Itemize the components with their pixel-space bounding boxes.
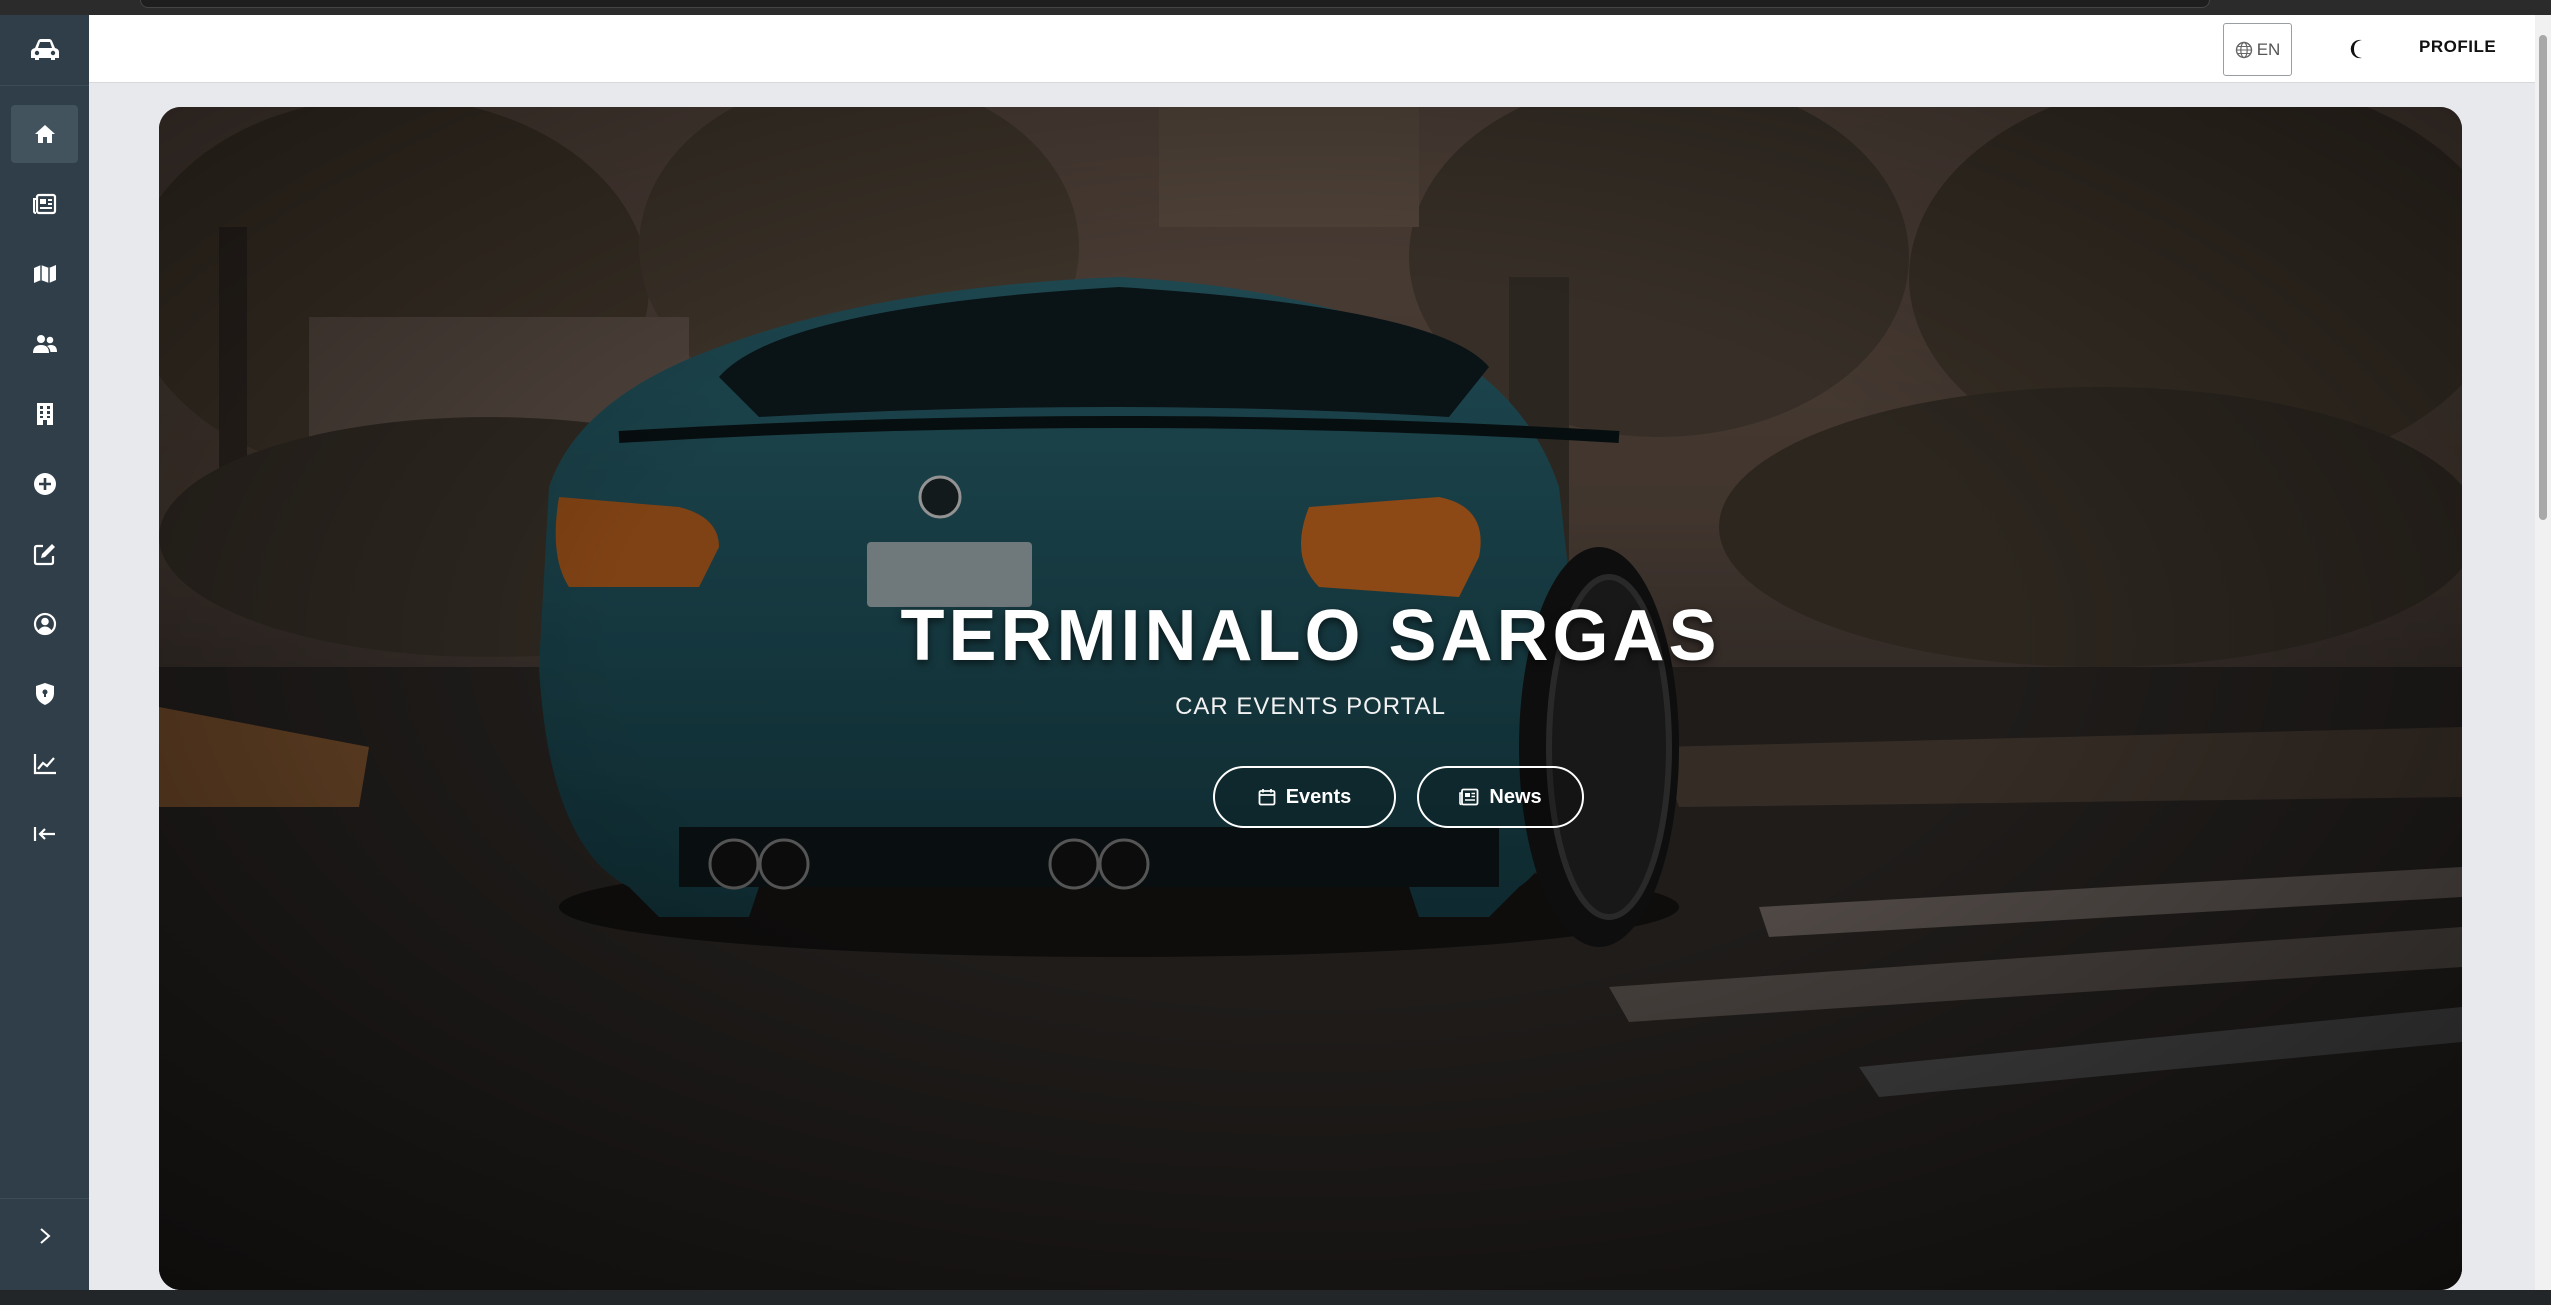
hero-banner: TERMINALO SARGAS CAR EVENTS PORTAL Event… (159, 107, 2462, 1290)
newspaper-icon (1459, 788, 1479, 806)
globe-icon (2235, 41, 2252, 58)
sidebar-item-statistics[interactable] (11, 735, 78, 793)
sidebar (0, 15, 89, 1290)
sidebar-logo[interactable] (0, 15, 89, 85)
top-bar: EN PROFILE (89, 15, 2535, 83)
theme-toggle-button[interactable] (2339, 31, 2379, 67)
car-icon (30, 39, 59, 60)
sidebar-item-edit[interactable] (11, 525, 78, 583)
window-bottom-edge (0, 1290, 2551, 1305)
sidebar-item-map[interactable] (11, 245, 78, 303)
sidebar-item-profile[interactable] (11, 595, 78, 653)
sidebar-item-news[interactable] (11, 175, 78, 233)
sidebar-divider (0, 85, 89, 86)
events-button-label: Events (1285, 785, 1352, 808)
sidebar-expand-button[interactable] (11, 1210, 78, 1262)
edit-icon (33, 544, 55, 566)
sidebar-item-organizations[interactable] (11, 385, 78, 443)
language-label: EN (2256, 39, 2281, 59)
sidebar-item-users[interactable] (11, 315, 78, 373)
users-icon (32, 335, 57, 353)
newspaper-icon (32, 193, 56, 215)
scrollbar-thumb[interactable] (2539, 35, 2547, 520)
calendar-icon (1258, 789, 1276, 806)
chart-line-icon (33, 754, 56, 775)
language-selector[interactable]: EN (2223, 23, 2292, 76)
profile-link[interactable]: PROFILE (2419, 37, 2496, 57)
chevron-right-icon (39, 1228, 51, 1244)
page-scrollbar[interactable] (2535, 15, 2551, 1290)
home-icon (34, 125, 55, 143)
user-circle-icon (33, 612, 56, 636)
sidebar-divider (0, 1198, 89, 1199)
news-button-label: News (1489, 785, 1542, 808)
main-content: EN PROFILE TERMINALO SARGAS CAR EVENTS P… (89, 15, 2535, 1290)
moon-icon (2350, 39, 2362, 59)
events-button[interactable]: Events (1213, 766, 1396, 828)
news-button[interactable]: News (1417, 766, 1584, 828)
sidebar-item-home[interactable] (11, 105, 78, 163)
add-circle-icon (33, 473, 56, 495)
hero-title: TERMINALO SARGAS (900, 596, 1721, 676)
sidebar-item-security[interactable] (11, 665, 78, 723)
hero-subtitle: CAR EVENTS PORTAL (1175, 693, 1446, 720)
logout-icon (33, 827, 55, 841)
browser-chrome (0, 0, 2551, 15)
shield-icon (35, 683, 54, 705)
sidebar-item-create[interactable] (11, 455, 78, 513)
sidebar-item-logout[interactable] (11, 805, 78, 863)
map-icon (33, 265, 56, 283)
building-icon (36, 403, 53, 425)
